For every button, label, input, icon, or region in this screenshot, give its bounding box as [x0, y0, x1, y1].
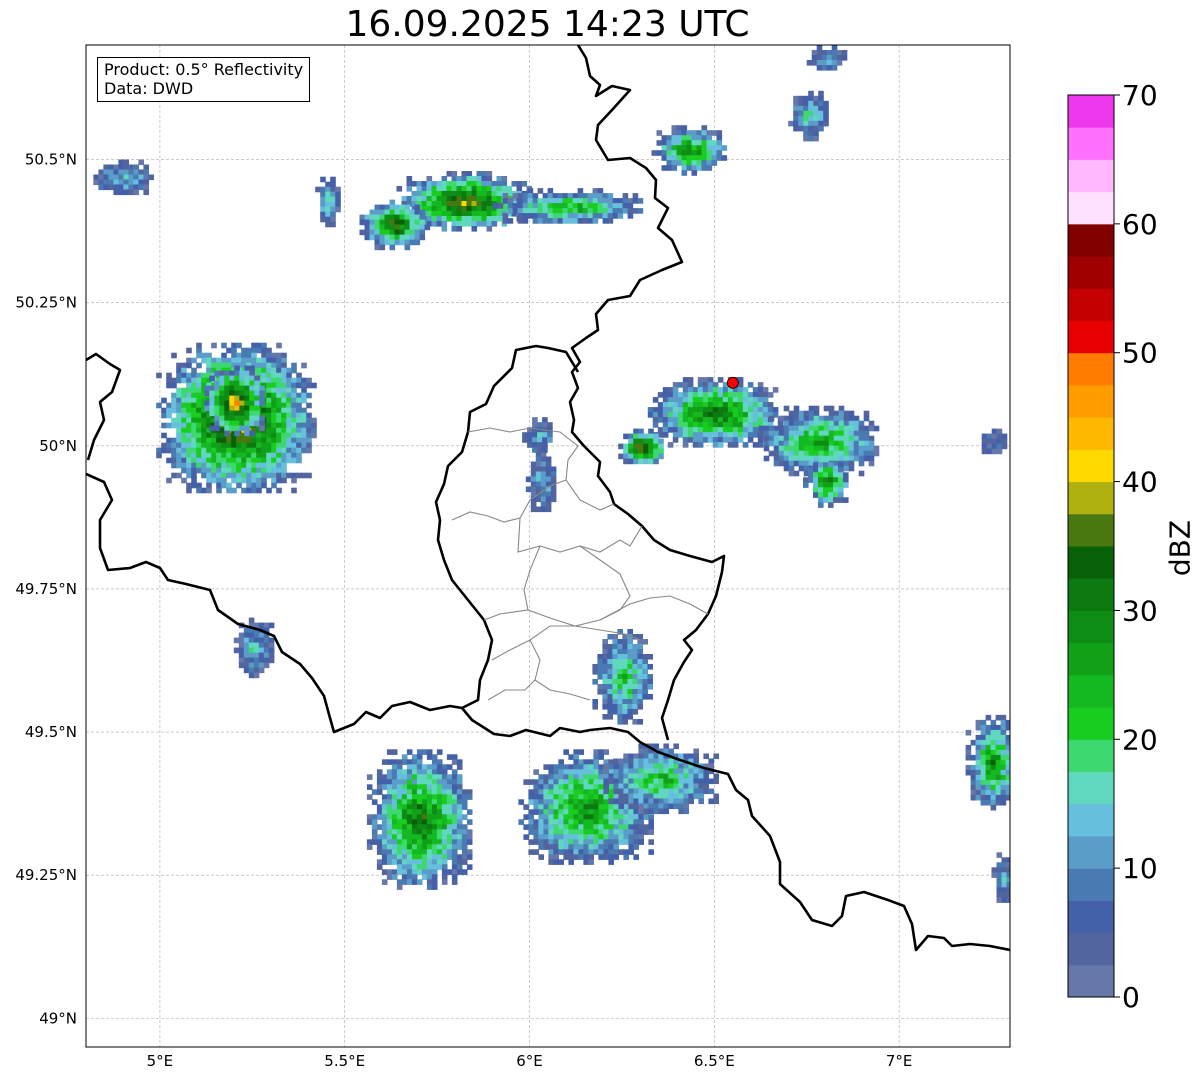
colorbar-tick-label: 30	[1122, 594, 1158, 627]
colorbar-segment	[1068, 803, 1114, 837]
lat-tick-label: 50°N	[39, 437, 77, 455]
colorbar-tick-label: 0	[1122, 981, 1140, 1014]
lon-tick-label: 5.5°E	[324, 1052, 365, 1070]
colorbar-segment	[1068, 642, 1114, 676]
colorbar-tick-label: 60	[1122, 208, 1158, 241]
colorbar-tick-label: 50	[1122, 337, 1158, 370]
latitude-axis: 49°N 49.25°N 49.5°N 49.75°N 50°N 50.25°N 50.5°…	[15, 151, 77, 1028]
lat-tick-label: 50.25°N	[15, 294, 77, 312]
colorbar-label: dBZ	[1163, 519, 1197, 577]
echo-cell	[204, 365, 265, 437]
lon-tick-label: 6°E	[516, 1052, 543, 1070]
radar-site-marker	[726, 376, 739, 389]
colorbar-segment	[1068, 95, 1114, 128]
colorbar-segment	[1068, 481, 1114, 515]
colorbar-segment	[1068, 578, 1114, 611]
lat-tick-label: 50.5°N	[25, 151, 77, 169]
colorbar: 0 10 20 30 40 50 60 70	[1067, 79, 1158, 1014]
echo-cell	[647, 377, 784, 448]
colorbar-segment	[1068, 513, 1114, 547]
colorbar-segment	[1068, 835, 1114, 869]
radar-figure: 5°E 5.5°E 6°E 6.5°E 7°E 49°N 49.25°N 49.5°N 49.…	[15, 44, 1158, 1070]
colorbar-segment	[1068, 546, 1114, 579]
colorbar-segment	[1068, 739, 1114, 772]
lat-tick-label: 49°N	[39, 1009, 77, 1027]
colorbar-segment	[1068, 127, 1114, 160]
colorbar-segment	[1068, 932, 1114, 966]
lat-tick-label: 49.25°N	[15, 866, 77, 884]
product-info-box: Product: 0.5° Reflectivity Data: DWD	[97, 57, 311, 102]
colorbar-segment	[1068, 707, 1114, 740]
colorbar-segment	[1068, 288, 1114, 321]
colorbar-segment	[1068, 610, 1114, 644]
colorbar-segment	[1068, 320, 1114, 354]
colorbar-segment	[1068, 674, 1114, 708]
colorbar-segment	[1068, 900, 1114, 934]
colorbar-segment	[1068, 449, 1114, 483]
longitude-axis: 5°E 5.5°E 6°E 6.5°E 7°E	[147, 1052, 913, 1070]
lon-tick-label: 7°E	[886, 1052, 913, 1070]
colorbar-segment	[1068, 191, 1114, 225]
colorbar-tick-label: 40	[1122, 466, 1158, 499]
colorbar-segment	[1068, 352, 1114, 386]
colorbar-segment	[1068, 771, 1114, 805]
colorbar-segment	[1068, 256, 1114, 289]
map-title: 16.09.2025 14:23 UTC	[345, 4, 750, 45]
colorbar-segment	[1068, 417, 1114, 450]
colorbar-segment	[1068, 384, 1114, 418]
lat-tick-label: 49.5°N	[25, 723, 77, 741]
colorbar-segment	[1068, 159, 1114, 193]
data-source-label: Data: DWD	[104, 79, 194, 98]
colorbar-tick-label: 10	[1122, 852, 1158, 885]
colorbar-tick-label: 70	[1122, 79, 1158, 112]
colorbar-tick-label: 20	[1122, 723, 1158, 756]
lon-tick-label: 6.5°E	[694, 1052, 735, 1070]
echo-cell	[618, 428, 664, 465]
lon-tick-label: 5°E	[147, 1052, 174, 1070]
colorbar-segment	[1068, 868, 1114, 901]
colorbar-segment	[1068, 223, 1114, 257]
lat-tick-label: 49.75°N	[15, 580, 77, 598]
product-label: Product: 0.5° Reflectivity	[104, 60, 304, 79]
colorbar-segment	[1068, 964, 1114, 998]
